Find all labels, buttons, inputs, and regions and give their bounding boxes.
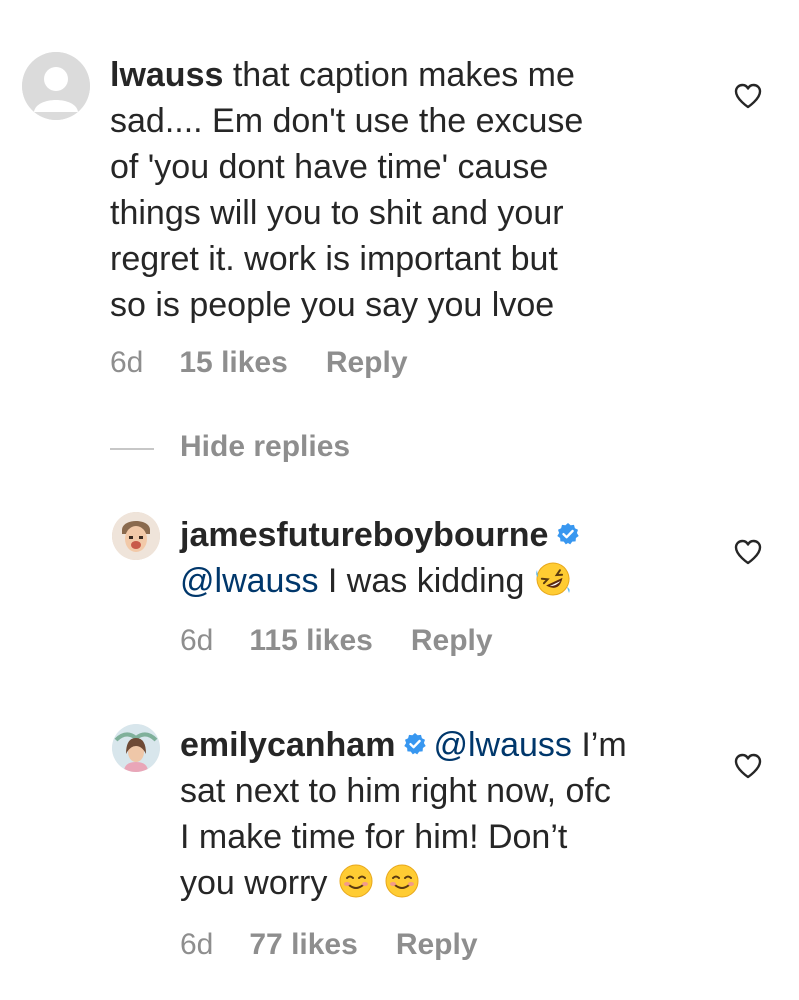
hide-replies-label: Hide replies [180,430,351,463]
rofl-emoji-icon [536,562,570,596]
comment-username[interactable]: lwauss [110,56,223,94]
comment-time: 6d [110,346,144,379]
reply-button[interactable]: Reply [326,346,408,380]
reply-username[interactable]: emilycanham [180,726,395,764]
like-button[interactable] [733,538,763,571]
verified-badge-icon [404,733,427,755]
reply-body: emilycanham @lwauss I’m sat next to him r… [180,722,720,906]
comment-body: lwauss that caption makes me sad.... Em … [110,52,710,328]
reply-username[interactable]: jamesfutureboybourne [180,516,548,554]
heart-icon [734,83,762,109]
replies-divider [110,448,154,450]
comment-text-line: regret it. work is important but [110,240,558,278]
reply-meta: 6d 115 likes Reply [180,624,493,658]
reply-text-line: I make time for him! Don’t [180,818,568,856]
like-button[interactable] [733,82,763,115]
comment-text-line: sad.... Em don't use the excuse [110,102,584,140]
comment-text-line: so is people you say you lvoe [110,286,555,324]
hide-replies-button[interactable]: Hide replies [180,430,350,464]
reply-likes[interactable]: 77 likes [249,928,357,962]
avatar[interactable] [112,724,160,772]
reply-text-line: sat next to him right now, ofc [180,772,611,810]
profile-photo-icon [112,724,160,772]
reply-time: 6d [180,928,214,961]
comment-text-line: that caption makes me [232,56,575,94]
comment-meta: 6d 15 likes Reply [110,346,408,380]
profile-photo-icon [112,512,160,560]
reply-text: I was kidding [318,562,534,600]
verified-badge-icon [557,523,580,545]
avatar[interactable] [112,512,160,560]
reply-mention[interactable]: @lwauss [180,562,318,600]
reply-body: jamesfutureboybourne @lwauss I was kiddi… [180,512,700,604]
default-avatar-icon [22,52,90,120]
reply-meta: 6d 77 likes Reply [180,928,478,962]
reply-mention[interactable]: @lwauss [433,726,571,764]
reply-text: I’m [571,726,627,764]
heart-icon [734,753,762,779]
smiling-face-emoji-icon [339,864,373,898]
reply-text-line: you worry [180,864,337,902]
smiling-face-emoji-icon [385,864,419,898]
like-button[interactable] [733,752,763,785]
avatar[interactable] [22,52,90,120]
comment-text-line: of 'you dont have time' cause [110,148,549,186]
comment-text-line: things will you to shit and your [110,194,564,232]
reply-button[interactable]: Reply [411,624,493,658]
reply-time: 6d [180,624,214,657]
comment-likes[interactable]: 15 likes [179,346,287,380]
reply-likes[interactable]: 115 likes [249,624,372,658]
reply-button[interactable]: Reply [396,928,478,962]
heart-icon [734,539,762,565]
